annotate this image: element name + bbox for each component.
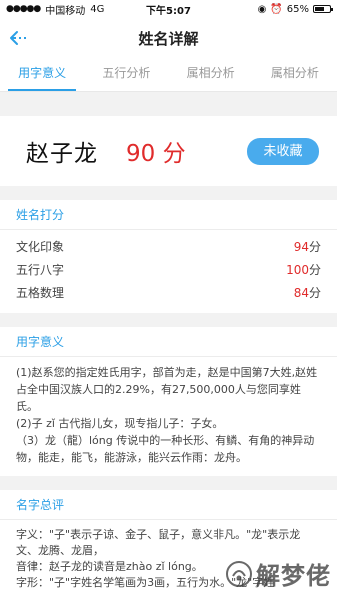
watermark-logo-icon [226,560,252,587]
score-value: 94 [293,240,309,254]
score-unit: 分 [308,240,321,254]
score-label: 五格数理 [16,286,65,300]
name-score: 90 分 [126,141,186,167]
battery-icon [312,5,333,13]
rating-title: 姓名打分 [0,200,337,230]
score-value: 100 [286,263,309,277]
network-label: 4G [90,3,105,15]
watermark: 解梦佬 [225,556,331,591]
tab-zodiac-analysis[interactable]: 属相分析 [169,58,253,91]
score-row-wuge: 五格数理 84分 [16,282,321,305]
meaning-paragraph: (1)赵系您的指定姓氏用字，部首为走，赵是中国第7大姓,赵姓占全中国汉族人口的2… [16,366,318,413]
score-unit: 分 [308,263,321,277]
meaning-paragraph: (2)子 zǐ 古代指儿女，现专指儿子：子女。 [16,417,224,430]
status-time: 下午5:07 [146,5,191,17]
back-arrow-icon [10,31,26,45]
meaning-title: 用字意义 [0,327,337,357]
meaning-paragraph: （3）龙（龍）lóng 传说中的一种长形、有鳞、有角的神异动物，能走，能飞，能游… [16,434,315,464]
collect-button[interactable]: 未收藏 [247,137,319,165]
meaning-body: (1)赵系您的指定姓氏用字，部首为走，赵是中国第7大姓,赵姓占全中国汉族人口的2… [0,357,337,476]
signal-icon: ●●●●● [6,4,41,14]
tab-character-meaning[interactable]: 用字意义 [0,58,84,91]
summary-title: 名字总评 [0,490,337,520]
page-title: 姓名详解 [138,29,199,48]
watermark-text: 解梦佬 [256,562,331,590]
battery-percent: 65% [286,3,309,15]
score-row-culture: 文化印象 94分 [16,236,321,259]
score-label: 文化印象 [16,240,65,254]
rating-section: 姓名打分 文化印象 94分 五行八字 100分 五格数理 84分 [0,200,337,313]
alarm-icon: ⏰ [270,3,283,15]
score-unit: 分 [308,286,321,300]
name-text: 赵子龙 [26,141,98,167]
name-card: 赵子龙 90 分 未收藏 [0,116,337,186]
score-row-bazi: 五行八字 100分 [16,259,321,282]
score-value: 84 [293,286,309,300]
status-bar: ●●●●● 中国移动 4G 下午5:07 ◉ ⏰ 65% [0,0,337,18]
rotation-lock-icon: ◉ [257,3,267,15]
back-button[interactable] [6,26,30,50]
score-label: 五行八字 [16,263,65,277]
nav-bar: 姓名详解 [0,18,337,58]
tab-five-elements[interactable]: 五行分析 [84,58,168,91]
summary-line: 字义："子"表示子谅、金子、鼠子，意义非凡。"龙"表示龙文、龙腾、龙眉， [16,528,301,557]
carrier-label: 中国移动 [45,5,86,17]
tab-bar: 用字意义 五行分析 属相分析 属相分析 [0,58,337,92]
tab-zodiac-analysis-2[interactable]: 属相分析 [253,58,337,91]
meaning-section: 用字意义 (1)赵系您的指定姓氏用字，部首为走，赵是中国第7大姓,赵姓占全中国汉… [0,327,337,476]
